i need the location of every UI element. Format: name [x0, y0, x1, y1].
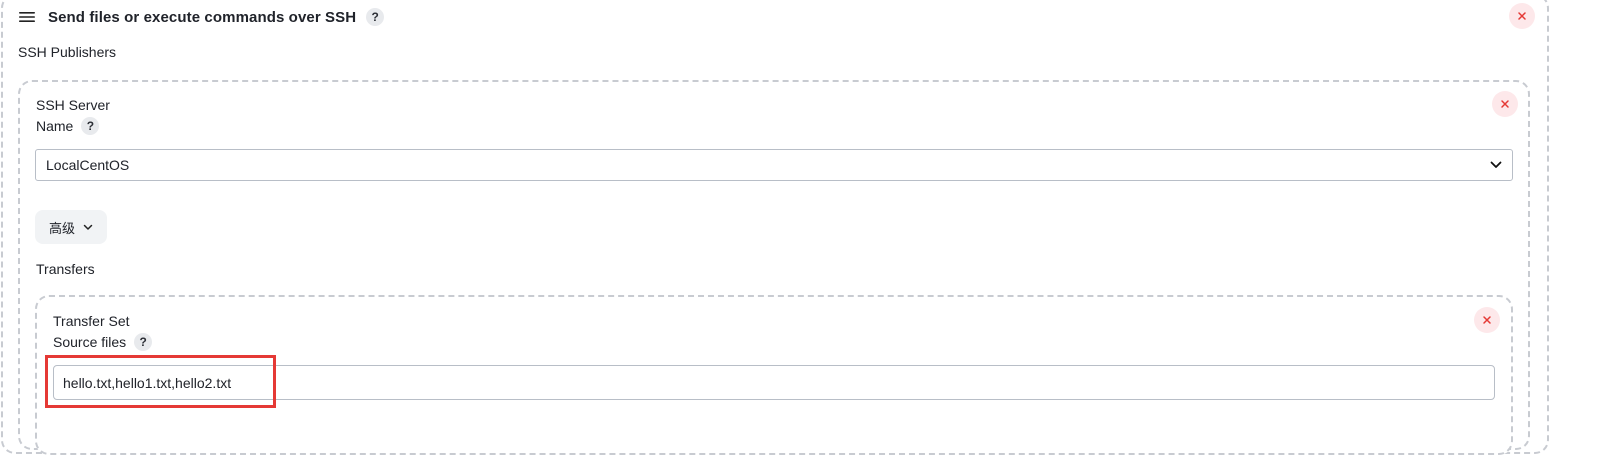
source-files-label-row: Source files ?	[53, 333, 153, 351]
server-name-label-row: Name ?	[36, 117, 100, 135]
chevron-down-icon	[83, 224, 93, 230]
transfers-label: Transfers	[36, 261, 95, 277]
server-name-label: Name	[36, 118, 74, 134]
source-files-input[interactable]: hello.txt,hello1.txt,hello2.txt	[53, 365, 1495, 400]
source-files-value: hello.txt,hello1.txt,hello2.txt	[63, 374, 232, 391]
section-header: Send files or execute commands over SSH …	[16, 0, 385, 34]
close-icon	[1501, 100, 1509, 108]
advanced-label: 高级	[48, 220, 75, 236]
close-icon	[1518, 12, 1526, 20]
close-icon	[1483, 316, 1491, 324]
ssh-publishers-label: SSH Publishers	[18, 44, 117, 60]
hamburger-icon[interactable]	[16, 6, 38, 28]
server-name-select[interactable]: LocalCentOS	[35, 149, 1513, 181]
source-files-label: Source files	[53, 334, 127, 350]
server-name-help-icon[interactable]: ?	[81, 117, 100, 135]
close-section-button[interactable]	[1509, 3, 1535, 29]
selected-server-name: LocalCentOS	[46, 157, 130, 173]
chevron-down-icon	[1490, 161, 1502, 168]
remove-transfer-set-button[interactable]	[1474, 307, 1500, 333]
section-title: Send files or execute commands over SSH	[48, 8, 357, 26]
advanced-button[interactable]: 高级	[35, 210, 107, 244]
right-edge	[1550, 0, 1622, 434]
ssh-server-label: SSH Server	[36, 97, 110, 113]
source-files-help-icon[interactable]: ?	[134, 333, 153, 351]
question-icon[interactable]: ?	[366, 8, 385, 26]
transfer-set-label: Transfer Set	[53, 313, 130, 329]
remove-server-button[interactable]	[1492, 91, 1518, 117]
